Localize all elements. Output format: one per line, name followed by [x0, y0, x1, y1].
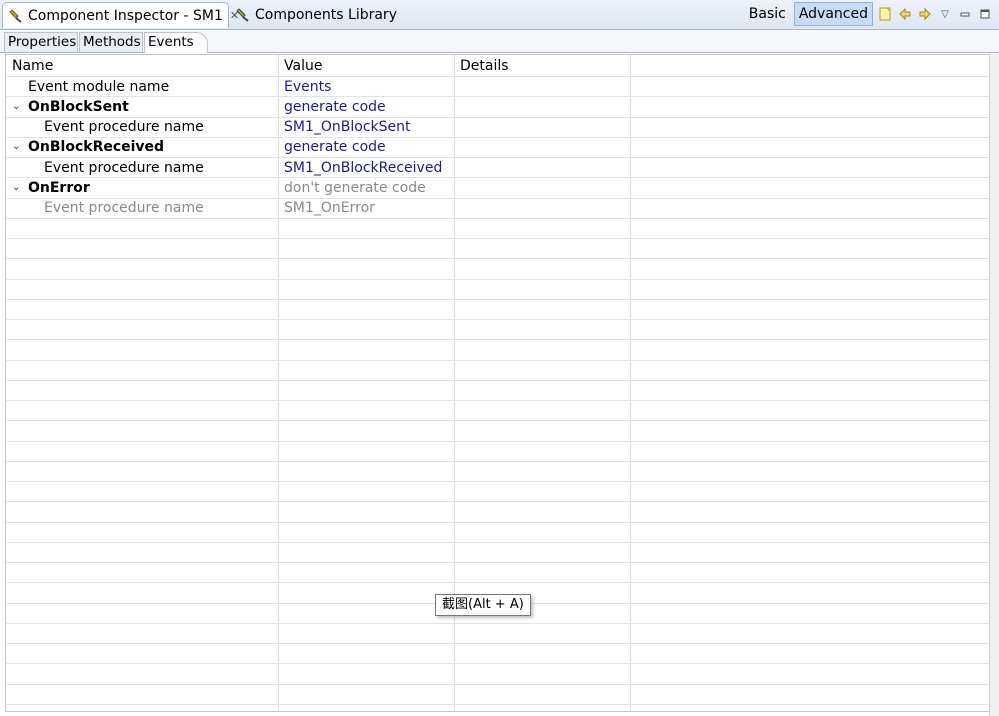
chevron-down-icon[interactable]: ⌄ [12, 101, 20, 112]
row-value[interactable]: Events [284, 77, 331, 97]
row-divider [6, 542, 990, 543]
view-menu-icon[interactable]: ▽ [937, 6, 953, 22]
row-divider [6, 279, 990, 280]
view-tab-bar: Component Inspector - SM1 ✕ Components L… [0, 0, 999, 30]
right-border [989, 54, 999, 716]
row-divider [6, 663, 990, 664]
tab-component-inspector[interactable]: Component Inspector - SM1 ✕ [2, 2, 239, 28]
row-value[interactable]: SM1_OnBlockReceived [284, 158, 442, 178]
tooltip: 截图(Alt + A) [435, 594, 531, 616]
advanced-mode-button[interactable]: Advanced [793, 2, 873, 26]
forward-arrow-icon[interactable] [917, 6, 933, 22]
new-note-icon[interactable] [877, 6, 893, 22]
back-arrow-icon[interactable] [897, 6, 913, 22]
tab-label: Components Library [255, 7, 397, 23]
row-value: SM1_OnError [284, 200, 375, 216]
row-name: Event module name [28, 79, 170, 95]
row-divider [6, 481, 990, 482]
basic-mode-button[interactable]: Basic [745, 3, 790, 25]
column-header-value[interactable]: Value [284, 58, 322, 74]
row-divider [6, 501, 990, 502]
row-value[interactable]: generate code [284, 137, 386, 157]
chevron-down-icon[interactable]: ⌄ [12, 182, 20, 193]
row-name: Event procedure name [44, 160, 204, 176]
row-name: Event procedure name [44, 200, 204, 216]
row-divider [6, 420, 990, 421]
row-divider [6, 319, 990, 320]
row-value[interactable]: SM1_OnBlockSent [284, 117, 411, 137]
row-divider [6, 643, 990, 644]
tab-properties[interactable]: Properties [4, 32, 78, 52]
maximize-icon[interactable] [977, 6, 993, 22]
row-divider [6, 562, 990, 563]
row-name[interactable]: OnError [28, 178, 90, 198]
row-divider [6, 218, 990, 219]
tab-label: Component Inspector - SM1 [28, 7, 223, 24]
row-name[interactable]: OnBlockSent [28, 97, 129, 117]
row-divider [6, 258, 990, 259]
row-divider [6, 582, 990, 583]
row-divider [6, 360, 990, 361]
row-name[interactable]: OnBlockReceived [28, 137, 164, 157]
component-inspector-icon [9, 8, 23, 23]
tab-components-library[interactable]: Components Library [230, 2, 400, 28]
row-divider [6, 238, 990, 239]
minimize-icon[interactable] [957, 6, 973, 22]
tab-methods[interactable]: Methods [79, 32, 143, 52]
row-divider [6, 461, 990, 462]
row-name: Event procedure name [44, 119, 204, 135]
tab-events[interactable]: Events [144, 32, 208, 53]
row-value[interactable]: generate code [284, 97, 386, 117]
row-divider [6, 299, 990, 300]
row-divider [6, 339, 990, 340]
row-divider [6, 380, 990, 381]
column-divider[interactable] [278, 55, 279, 711]
column-header-name[interactable]: Name [12, 58, 53, 74]
view-toolbar: Basic Advanced ▽ [745, 2, 993, 26]
components-library-icon [236, 8, 250, 22]
row-divider [6, 704, 990, 705]
row-divider [6, 684, 990, 685]
row-value[interactable]: don't generate code [284, 178, 426, 198]
row-divider [6, 400, 990, 401]
chevron-down-icon[interactable]: ⌄ [12, 141, 20, 152]
column-header-details[interactable]: Details [460, 58, 509, 74]
row-divider [6, 522, 990, 523]
row-divider [6, 623, 990, 624]
inspector-subtabs: Properties Methods Events [0, 30, 999, 53]
row-divider [6, 441, 990, 442]
column-divider[interactable] [630, 55, 631, 711]
